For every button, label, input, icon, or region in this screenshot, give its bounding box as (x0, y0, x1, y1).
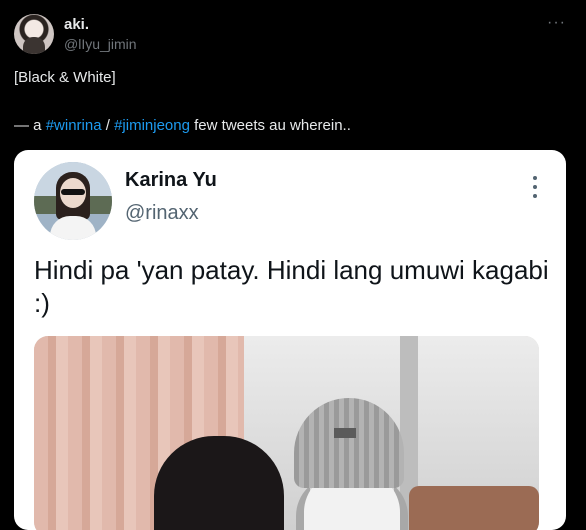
line2-prefix: — a (14, 117, 46, 134)
tweet-text-line-2: — a #winrina / #jiminjeong few tweets au… (14, 117, 351, 134)
tweet-header: aki. @lIyu_jimin ··· (14, 14, 574, 54)
tweet-text-line-1: [Black & White] (14, 69, 116, 86)
author-avatar[interactable] (14, 14, 54, 54)
line2-suffix: few tweets au wherein.. (189, 117, 351, 134)
hashtag-winrina[interactable]: #winrina (46, 117, 102, 134)
card-photo[interactable] (34, 336, 539, 530)
card-author-name[interactable]: Karina Yu (125, 169, 217, 192)
photo-beanie-patch (334, 428, 356, 438)
card-tweet-text: Hindi pa 'yan patay. Hindi lang umuwi ka… (34, 255, 549, 318)
author-handle[interactable]: @lIyu_jimin (64, 36, 137, 52)
avatar-top (50, 216, 96, 240)
more-vertical-icon[interactable] (532, 176, 538, 198)
hashtag-jiminjeong[interactable]: #jiminjeong (114, 117, 190, 134)
card-author-avatar[interactable] (34, 162, 112, 240)
quoted-tweet-card[interactable]: Karina Yu @rinaxx Hindi pa 'yan patay. H… (14, 150, 566, 530)
avatar-sunglasses (61, 189, 85, 195)
more-horizontal-icon[interactable]: ··· (547, 14, 566, 32)
photo-chair (409, 486, 539, 530)
card-author-handle[interactable]: @rinaxx (125, 202, 199, 225)
hashtag-separator: / (101, 117, 115, 134)
author-name[interactable]: aki. (64, 16, 89, 33)
